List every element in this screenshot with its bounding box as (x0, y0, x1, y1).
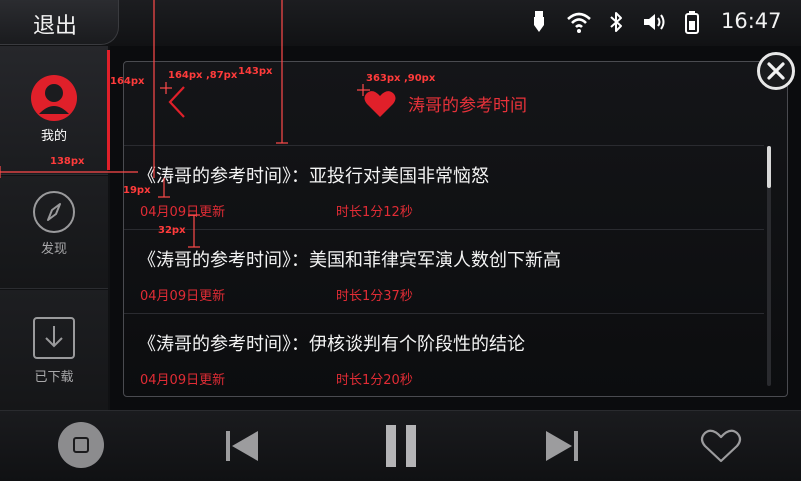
back-button[interactable] (162, 84, 192, 120)
bluetooth-icon (610, 12, 622, 32)
square-icon (73, 437, 89, 453)
wifi-icon (567, 12, 591, 33)
measure-label: 138px (50, 156, 85, 167)
list-item[interactable]: 《涛哥的参考时间》：美国和菲律宾军演人数创下新高 04月09日更新 时长1分37… (124, 229, 764, 312)
previous-button[interactable] (224, 429, 260, 463)
clock: 16:47 (721, 9, 782, 33)
measure-label: 143px (238, 66, 273, 77)
active-indicator (107, 50, 110, 170)
episode-duration: 时长1分20秒 (336, 373, 413, 388)
battery-icon (685, 11, 699, 34)
measure-label: 19px (123, 185, 151, 196)
status-bar: 退出 16:47 (0, 0, 801, 46)
measure-label: 32px (158, 225, 186, 236)
playback-controls (0, 410, 801, 481)
volume-icon (644, 14, 665, 30)
scrollbar[interactable] (767, 146, 771, 386)
episode-date: 04月09日更新 (140, 289, 226, 304)
list-item[interactable]: 《涛哥的参考时间》：亚投行对美国非常恼怒 04月09日更新 时长1分12秒 (124, 145, 764, 228)
home-button[interactable] (58, 422, 104, 468)
sidebar-item-downloaded[interactable]: 已下载 (0, 290, 108, 411)
sidebar-item-label: 发现 (40, 242, 67, 257)
episode-title: 《涛哥的参考时间》：亚投行对美国非常恼怒 (138, 166, 489, 187)
exit-button[interactable]: 退出 (0, 0, 119, 45)
exit-label: 退出 (33, 14, 78, 39)
sidebar-item-discover[interactable]: 发现 (0, 176, 108, 289)
episode-title: 《涛哥的参考时间》：美国和菲律宾军演人数创下新高 (138, 250, 561, 271)
next-button[interactable] (544, 429, 580, 463)
sidebar-item-label: 已下载 (34, 370, 74, 385)
measure-label: 164px ,87px (168, 70, 238, 81)
episode-date: 04月09日更新 (140, 373, 226, 388)
heart-icon[interactable] (364, 90, 396, 118)
list-item[interactable]: 《涛哥的参考时间》：伊核谈判有个阶段性的结论 04月09日更新 时长1分20秒 (124, 313, 764, 396)
pause-button[interactable] (384, 423, 418, 469)
sidebar-item-label: 我的 (40, 129, 67, 144)
user-avatar-icon (31, 75, 77, 121)
usb-icon (534, 11, 544, 32)
measure-label: 164px (110, 76, 145, 87)
sidebar: 我的 发现 已下载 (0, 46, 110, 411)
compass-icon (33, 191, 75, 233)
episode-title: 《涛哥的参考时间》：伊核谈判有个阶段性的结论 (138, 334, 525, 355)
download-icon (33, 317, 75, 359)
close-icon (767, 62, 785, 80)
episode-duration: 时长1分12秒 (336, 205, 413, 220)
album-panel: 涛哥的参考时间 《涛哥的参考时间》：亚投行对美国非常恼怒 04月09日更新 时长… (123, 61, 788, 397)
page-title: 涛哥的参考时间 (408, 96, 527, 116)
close-button[interactable] (757, 52, 795, 90)
measure-label: 363px ,90px (366, 73, 436, 84)
like-button[interactable] (700, 429, 742, 463)
scroll-thumb[interactable] (767, 146, 771, 188)
episode-duration: 时长1分37秒 (336, 289, 413, 304)
episode-date: 04月09日更新 (140, 205, 226, 220)
